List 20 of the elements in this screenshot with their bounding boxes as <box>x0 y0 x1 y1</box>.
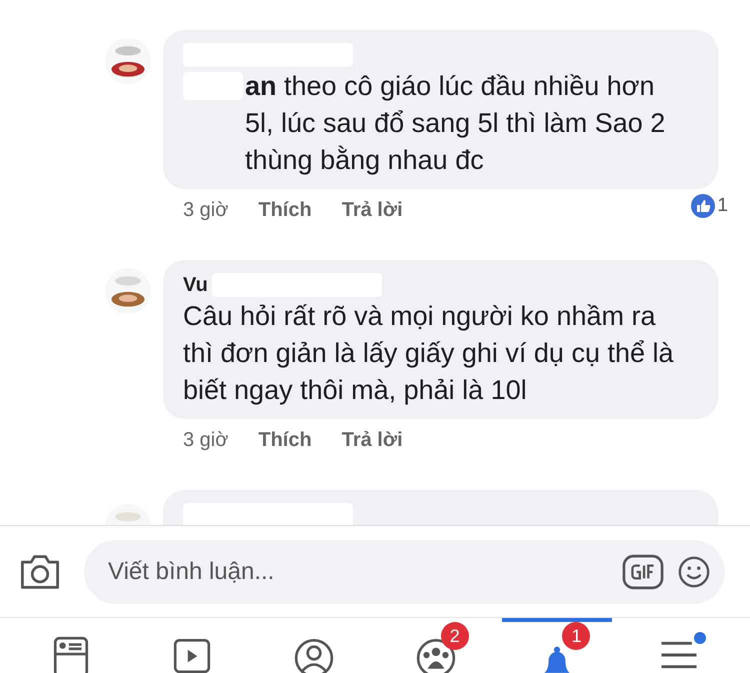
menu-icon <box>660 641 698 669</box>
reply-link[interactable]: Trả lời <box>342 199 403 222</box>
like-link[interactable]: Thích <box>258 429 312 452</box>
thumbs-up-icon[interactable] <box>691 194 716 218</box>
comment-time: 3 giờ <box>183 429 228 452</box>
notification-badge: 2 <box>440 622 469 650</box>
nav-tab[interactable]: 2 <box>380 618 491 673</box>
emoji-icon[interactable] <box>677 554 711 588</box>
comment-text: Câu hỏi rất rõ và mọi người ko nhầm ra thì đơn giản là lấy giấy ghi ví dụ cụ thể là biết ngay thôi mà, phải là 10l <box>183 300 674 407</box>
nav-tab[interactable]: 1 <box>502 618 612 673</box>
gif-icon[interactable] <box>621 554 665 590</box>
comment-field[interactable]: Viết bình luận... <box>84 540 725 604</box>
comment-input[interactable]: Viết bình luận... <box>106 556 609 586</box>
reply-link[interactable]: Trả lời <box>342 429 403 452</box>
notification-badge: 1 <box>562 622 590 650</box>
author-name[interactable]: Vu <box>183 274 208 296</box>
comment-time: 3 giờ <box>183 199 228 222</box>
reaction-count: 1 <box>717 194 728 216</box>
like-link[interactable]: Thích <box>258 199 312 222</box>
comment-text: an theo cô giáo lúc đầu nhiều hơn 5l, lúc sau đổ sang 5l thì làm Sao 2 thùng bằng nhau đc <box>245 70 666 177</box>
